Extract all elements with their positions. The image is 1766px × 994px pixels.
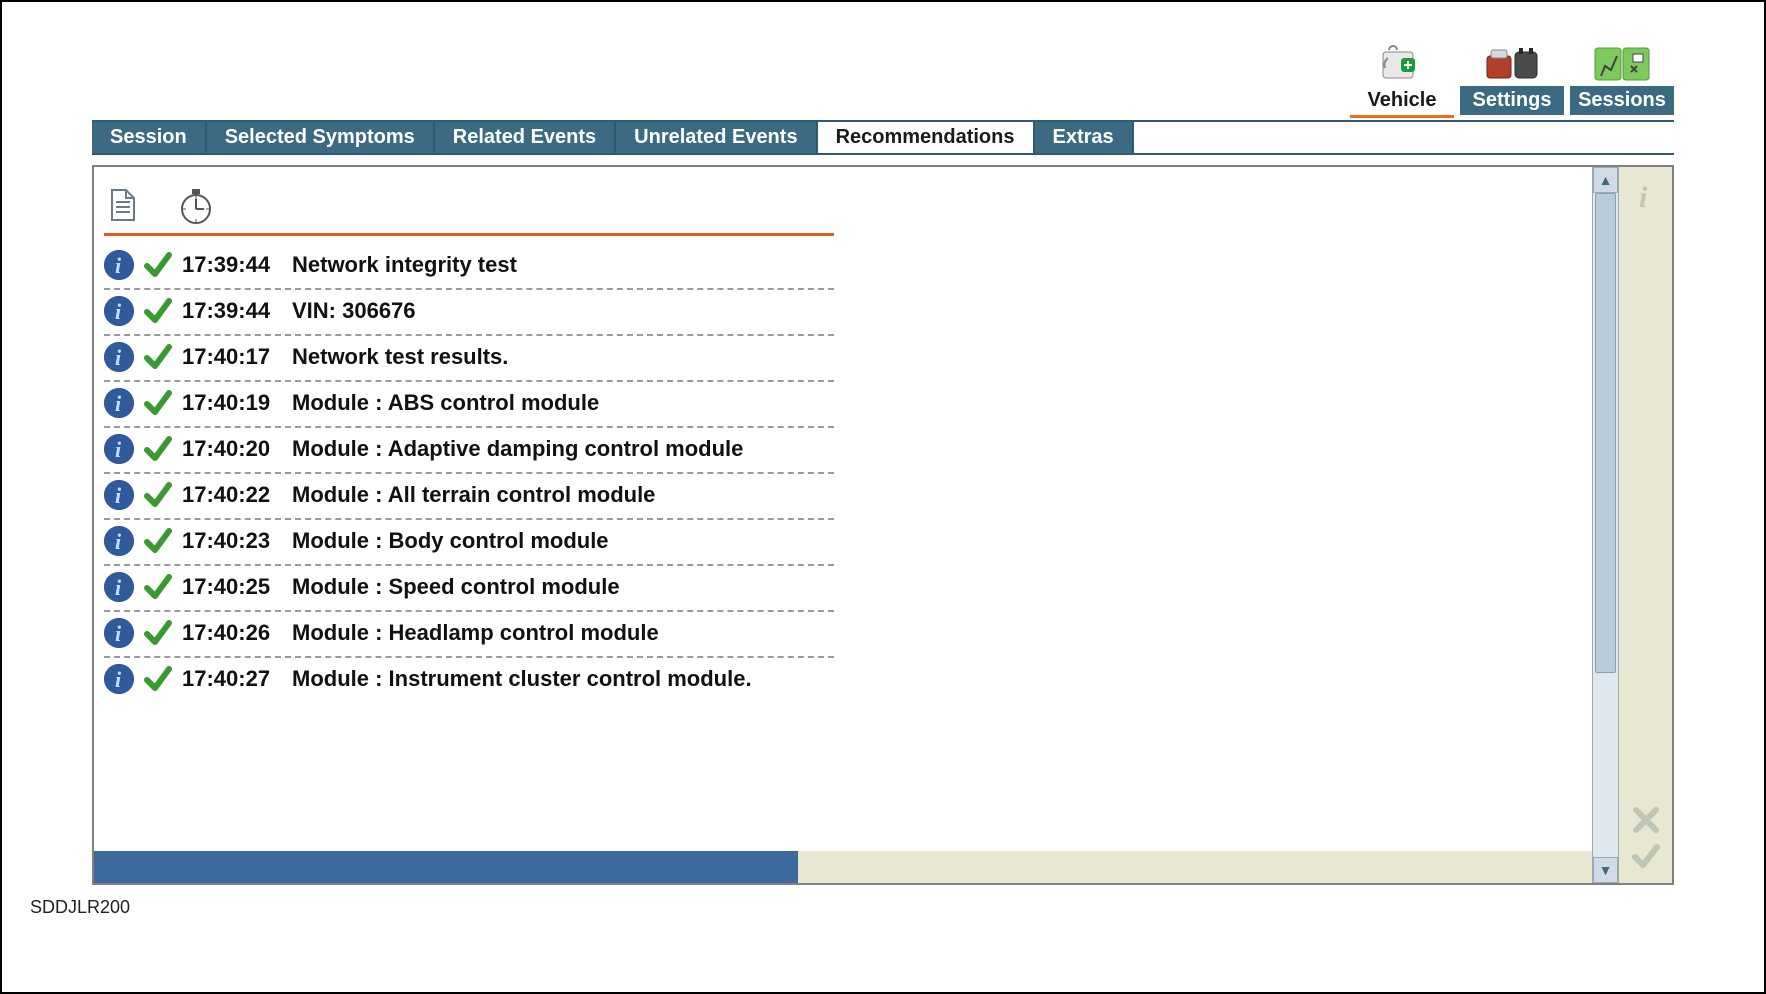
nav-sessions[interactable]: Sessions (1570, 42, 1674, 118)
log-row: i 17:40:17 Network test results. (104, 336, 834, 382)
tab-session[interactable]: Session (92, 122, 207, 153)
row-check-icon (144, 343, 172, 371)
log-row: i 17:40:19 Module : ABS control module (104, 382, 834, 428)
row-time: 17:40:22 (182, 482, 282, 508)
svg-text:i: i (115, 253, 122, 278)
row-time: 17:40:26 (182, 620, 282, 646)
row-description: Network integrity test (292, 252, 517, 278)
row-info-icon[interactable]: i (104, 342, 134, 372)
svg-text:i: i (115, 529, 122, 554)
svg-text:i: i (115, 437, 122, 462)
confirm-icon[interactable] (1631, 841, 1661, 871)
row-description: Module : Adaptive damping control module (292, 436, 743, 462)
document-icon[interactable] (108, 188, 138, 222)
row-info-icon[interactable]: i (104, 664, 134, 694)
row-time: 17:40:23 (182, 528, 282, 554)
figure-caption: SDDJLR200 (30, 897, 130, 918)
row-check-icon (144, 573, 172, 601)
row-time: 17:40:19 (182, 390, 282, 416)
row-check-icon (144, 527, 172, 555)
section-divider (104, 233, 834, 236)
row-check-icon (144, 435, 172, 463)
stopwatch-icon[interactable] (176, 185, 216, 225)
tab-bar: Session Selected Symptoms Related Events… (92, 120, 1674, 155)
log-row: i 17:40:22 Module : All terrain control mo… (104, 474, 834, 520)
svg-text:i: i (115, 483, 122, 508)
row-description: Network test results. (292, 344, 508, 370)
row-check-icon (144, 297, 172, 325)
log-row: i 17:39:44 Network integrity test (104, 244, 834, 290)
work-area: i 17:39:44 Network integrity test i 17:39:44… (92, 165, 1674, 885)
log-row: i 17:40:23 Module : Body control module (104, 520, 834, 566)
row-info-icon[interactable]: i (104, 526, 134, 556)
tab-recommendations[interactable]: Recommendations (818, 122, 1035, 153)
row-check-icon (144, 481, 172, 509)
row-info-icon[interactable]: i (104, 296, 134, 326)
content-panel: i 17:39:44 Network integrity test i 17:39:44… (94, 167, 1592, 883)
row-check-icon (144, 389, 172, 417)
tab-related-events[interactable]: Related Events (435, 122, 616, 153)
row-check-icon (144, 251, 172, 279)
log-row: i 17:40:20 Module : Adaptive damping contr… (104, 428, 834, 474)
log-row: i 17:40:26 Module : Headlamp control modul… (104, 612, 834, 658)
row-check-icon (144, 665, 172, 693)
scroll-up-arrow-icon[interactable]: ▲ (1593, 167, 1618, 193)
tab-extras[interactable]: Extras (1035, 122, 1134, 153)
scroll-thumb[interactable] (1595, 193, 1616, 673)
tabbar-fill (1134, 122, 1674, 153)
tab-unrelated-events[interactable]: Unrelated Events (616, 122, 817, 153)
nav-vehicle-label: Vehicle (1350, 86, 1454, 118)
scroll-down-arrow-icon[interactable]: ▼ (1593, 857, 1618, 883)
log-list: i 17:39:44 Network integrity test i 17:39:44… (94, 244, 1592, 851)
row-time: 17:40:17 (182, 344, 282, 370)
content-header (94, 167, 1592, 231)
svg-text:i: i (115, 621, 122, 646)
svg-text:i: i (115, 391, 122, 416)
row-time: 17:39:44 (182, 298, 282, 324)
row-description: Module : Headlamp control module (292, 620, 659, 646)
row-description: Module : All terrain control module (292, 482, 655, 508)
action-sidebar: i (1618, 167, 1672, 883)
svg-text:i: i (1639, 181, 1648, 213)
tab-selected-symptoms[interactable]: Selected Symptoms (207, 122, 435, 153)
row-info-icon[interactable]: i (104, 250, 134, 280)
log-row: i 17:40:27 Module : Instrument cluster con… (104, 658, 834, 702)
row-description: VIN: 306676 (292, 298, 416, 324)
nav-settings-label: Settings (1460, 86, 1564, 115)
top-nav: Vehicle Settings (92, 42, 1674, 118)
row-check-icon (144, 619, 172, 647)
nav-vehicle[interactable]: Vehicle (1350, 42, 1454, 118)
log-row: i 17:39:44 VIN: 306676 (104, 290, 834, 336)
row-time: 17:39:44 (182, 252, 282, 278)
svg-text:i: i (115, 299, 122, 324)
row-time: 17:40:25 (182, 574, 282, 600)
row-info-icon[interactable]: i (104, 480, 134, 510)
row-info-icon[interactable]: i (104, 572, 134, 602)
row-description: Module : Speed control module (292, 574, 620, 600)
vehicle-diagnostic-icon (1371, 42, 1433, 86)
horizontal-scrollbar[interactable] (94, 851, 1592, 883)
horizontal-scroll-thumb[interactable] (94, 851, 798, 883)
log-row: i 17:40:25 Module : Speed control module (104, 566, 834, 612)
settings-toolbox-icon (1481, 42, 1543, 86)
row-info-icon[interactable]: i (104, 618, 134, 648)
row-description: Module : Body control module (292, 528, 609, 554)
row-time: 17:40:20 (182, 436, 282, 462)
info-icon[interactable]: i (1629, 179, 1663, 213)
row-description: Module : Instrument cluster control modu… (292, 666, 752, 692)
row-info-icon[interactable]: i (104, 434, 134, 464)
svg-text:i: i (115, 575, 122, 600)
vertical-scrollbar[interactable]: ▲ ▼ (1592, 167, 1618, 883)
nav-settings[interactable]: Settings (1460, 42, 1564, 118)
nav-sessions-label: Sessions (1570, 86, 1674, 115)
row-time: 17:40:27 (182, 666, 282, 692)
sessions-icon (1591, 42, 1653, 86)
row-description: Module : ABS control module (292, 390, 599, 416)
svg-text:i: i (115, 345, 122, 370)
cancel-icon[interactable] (1631, 805, 1661, 835)
scroll-track[interactable] (1593, 193, 1618, 857)
svg-text:i: i (115, 667, 122, 692)
row-info-icon[interactable]: i (104, 388, 134, 418)
